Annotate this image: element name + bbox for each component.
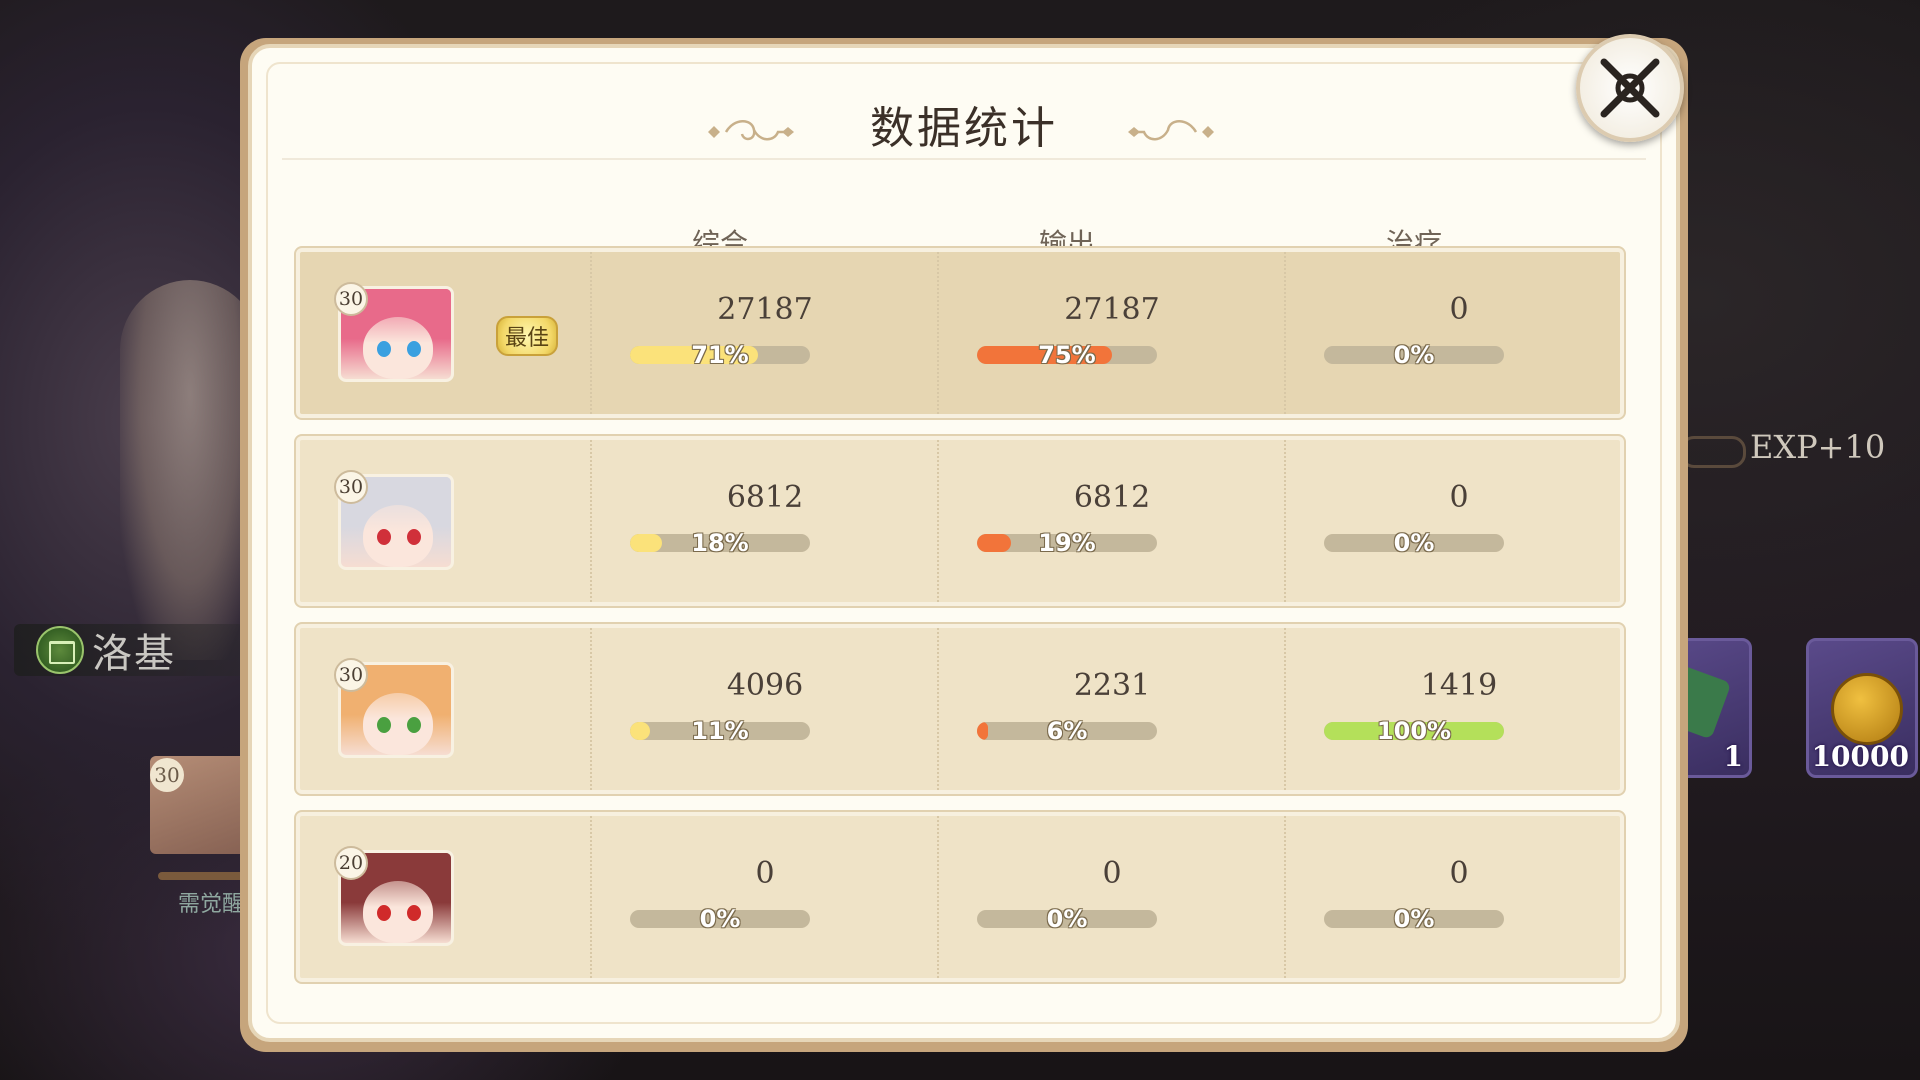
- damage-value: 2231: [1073, 668, 1151, 703]
- exp-reward-text: EXP+10: [1750, 428, 1886, 466]
- healing-cell: 0 0%: [1286, 252, 1632, 414]
- overall-value: 6812: [726, 480, 804, 515]
- stats-row: 30 6812 18% 6812 19% 0 0%: [296, 436, 1624, 606]
- coin-icon: [1831, 673, 1903, 745]
- avatar-eye: [407, 717, 421, 733]
- stats-row: 30 4096 11% 2231 6% 1419 100%: [296, 624, 1624, 794]
- healing-cell: 0 0%: [1286, 816, 1632, 978]
- close-icon: [1600, 58, 1660, 118]
- healing-percent: 0%: [1393, 529, 1435, 557]
- damage-value: 27187: [1064, 292, 1160, 327]
- title-ornament-right: [1128, 120, 1214, 141]
- damage-cell: 0 0%: [939, 816, 1285, 978]
- overall-cell: 4096 11%: [592, 628, 938, 790]
- hero-level-badge: 30: [334, 282, 368, 316]
- damage-percent: 6%: [1046, 717, 1088, 745]
- overall-cell: 0 0%: [592, 816, 938, 978]
- damage-value: 6812: [1073, 480, 1151, 515]
- healing-value: 0: [1449, 856, 1469, 891]
- avatar-eye: [377, 341, 391, 357]
- healing-percent: 0%: [1393, 341, 1435, 369]
- damage-percent: 75%: [1038, 341, 1096, 369]
- damage-percent: 19%: [1038, 529, 1096, 557]
- character-name: 洛基: [92, 631, 176, 677]
- character-name-plate: 洛基: [14, 624, 244, 677]
- healing-percent: 100%: [1376, 717, 1452, 745]
- overall-percent: 71%: [691, 341, 749, 369]
- best-badge: 最佳: [496, 316, 558, 356]
- avatar-eye: [377, 717, 391, 733]
- book-icon: [36, 626, 84, 674]
- background-hero-level: 30: [150, 758, 184, 792]
- overall-percent: 18%: [691, 529, 749, 557]
- overall-value: 0: [755, 856, 775, 891]
- background-character: [120, 280, 260, 660]
- reward-count: 1: [1723, 740, 1743, 773]
- avatar-eye: [377, 905, 391, 921]
- healing-value: 0: [1449, 292, 1469, 327]
- background-hero-label: 需觉醒: [178, 892, 245, 917]
- reward-item-coin: 10000: [1806, 638, 1918, 778]
- damage-cell: 6812 19%: [939, 440, 1285, 602]
- stats-row: 30 最佳 27187 71% 27187 75% 0 0%: [296, 248, 1624, 418]
- damage-cell: 2231 6%: [939, 628, 1285, 790]
- exp-key-icon: [1680, 436, 1746, 468]
- healing-value: 1419: [1420, 668, 1498, 703]
- damage-cell: 27187 75%: [939, 252, 1285, 414]
- overall-cell: 27187 71%: [592, 252, 938, 414]
- avatar-eye: [407, 341, 421, 357]
- reward-count: 10000: [1811, 740, 1909, 773]
- damage-percent: 0%: [1046, 905, 1088, 933]
- hero-level-badge: 30: [334, 658, 368, 692]
- overall-percent: 11%: [691, 717, 749, 745]
- header-divider: [282, 158, 1646, 160]
- avatar-eye: [377, 529, 391, 545]
- hero-level-badge: 20: [334, 846, 368, 880]
- healing-value: 0: [1449, 480, 1469, 515]
- overall-percent: 0%: [699, 905, 741, 933]
- overall-value: 27187: [717, 292, 813, 327]
- avatar-eye: [407, 905, 421, 921]
- healing-cell: 1419 100%: [1286, 628, 1632, 790]
- close-button[interactable]: [1576, 34, 1684, 142]
- damage-value: 0: [1102, 856, 1122, 891]
- stats-row: 20 0 0% 0 0% 0 0%: [296, 812, 1624, 982]
- hero-level-badge: 30: [334, 470, 368, 504]
- dialog-title: 数据统计: [870, 103, 1058, 154]
- healing-cell: 0 0%: [1286, 440, 1632, 602]
- avatar-eye: [407, 529, 421, 545]
- overall-value: 4096: [726, 668, 804, 703]
- overall-cell: 6812 18%: [592, 440, 938, 602]
- healing-percent: 0%: [1393, 905, 1435, 933]
